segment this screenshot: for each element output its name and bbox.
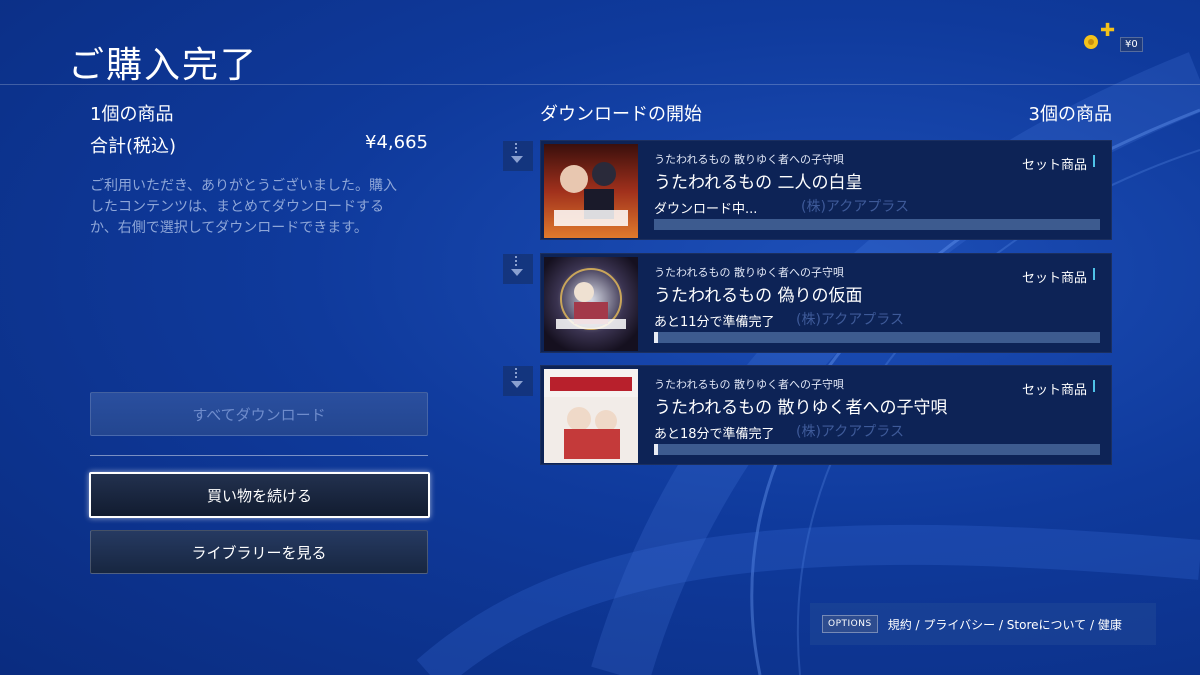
- set-badge: セット商品: [1021, 271, 1087, 286]
- item-publisher: (株)アクアプラス: [796, 312, 904, 328]
- item-title: うたわれるもの 散りゆく者への子守唄: [654, 398, 948, 418]
- game-cover-image: [544, 144, 638, 238]
- download-handle-icon[interactable]: [503, 366, 533, 396]
- progress-bar: [654, 332, 1100, 343]
- badge-accent: [1093, 155, 1095, 167]
- footer-options[interactable]: OPTIONS 規約 / プライバシー / Storeについて / 健康: [810, 603, 1156, 645]
- download-handle-icon[interactable]: [503, 141, 533, 171]
- download-item[interactable]: うたわれるもの 散りゆく者への子守唄 うたわれるもの 二人の白皇 セット商品 (…: [540, 140, 1112, 240]
- continue-shopping-button[interactable]: 買い物を続ける: [89, 472, 430, 518]
- order-summary: 1個の商品 合計(税込) ¥4,665 ご利用いただき、ありがとうございました。…: [90, 100, 430, 236]
- downloads-count: 3個の商品: [1028, 104, 1112, 125]
- item-status: あと18分で準備完了: [654, 427, 775, 442]
- item-subtitle: うたわれるもの 散りゆく者への子守唄: [654, 378, 844, 391]
- game-cover-image: [544, 369, 638, 463]
- header-divider: [0, 84, 1200, 85]
- downloads-heading: ダウンロードの開始: [540, 104, 702, 125]
- options-button-icon: OPTIONS: [822, 615, 878, 633]
- item-count: 1個の商品: [90, 104, 174, 125]
- total-row: 合計(税込) ¥4,665: [90, 132, 428, 158]
- footer-links: 規約 / プライバシー / Storeについて / 健康: [887, 617, 1122, 632]
- wallet-icon: [1084, 35, 1098, 49]
- button-divider: [90, 455, 428, 456]
- progress-fill: [654, 332, 659, 343]
- page-title: ご購入完了: [68, 45, 259, 86]
- item-publisher: (株)アクアプラス: [796, 424, 904, 440]
- game-cover-image: [544, 257, 638, 351]
- set-badge: セット商品: [1021, 383, 1087, 398]
- wallet[interactable]: ✚ ¥0: [1082, 20, 1143, 58]
- item-publisher: (株)アクアプラス: [801, 199, 909, 215]
- total-label: 合計(税込): [90, 136, 177, 157]
- badge-accent: [1093, 380, 1095, 392]
- thanks-message: ご利用いただき、ありがとうございました。購入したコンテンツは、まとめてダウンロー…: [90, 178, 398, 236]
- download-handle-icon[interactable]: [503, 254, 533, 284]
- add-funds-icon[interactable]: ✚: [1100, 20, 1115, 41]
- progress-bar: [654, 444, 1100, 455]
- item-status: あと11分で準備完了: [654, 315, 775, 330]
- item-subtitle: うたわれるもの 散りゆく者への子守唄: [654, 153, 844, 166]
- item-subtitle: うたわれるもの 散りゆく者への子守唄: [654, 266, 844, 279]
- badge-accent: [1093, 268, 1095, 280]
- wallet-balance: ¥0: [1120, 37, 1143, 52]
- view-library-button[interactable]: ライブラリーを見る: [90, 530, 428, 574]
- total-value: ¥4,665: [365, 132, 428, 153]
- set-badge: セット商品: [1021, 158, 1087, 173]
- progress-fill: [654, 444, 659, 455]
- item-title: うたわれるもの 二人の白皇: [654, 173, 863, 193]
- download-item[interactable]: うたわれるもの 散りゆく者への子守唄 うたわれるもの 散りゆく者への子守唄 セッ…: [540, 365, 1112, 465]
- downloads-header: ダウンロードの開始 3個の商品: [540, 100, 1112, 126]
- item-title: うたわれるもの 偽りの仮面: [654, 286, 863, 306]
- progress-bar: [654, 219, 1100, 230]
- download-all-button[interactable]: すべてダウンロード: [90, 392, 428, 436]
- item-status: ダウンロード中...: [654, 202, 758, 217]
- download-item[interactable]: うたわれるもの 散りゆく者への子守唄 うたわれるもの 偽りの仮面 セット商品 (…: [540, 253, 1112, 353]
